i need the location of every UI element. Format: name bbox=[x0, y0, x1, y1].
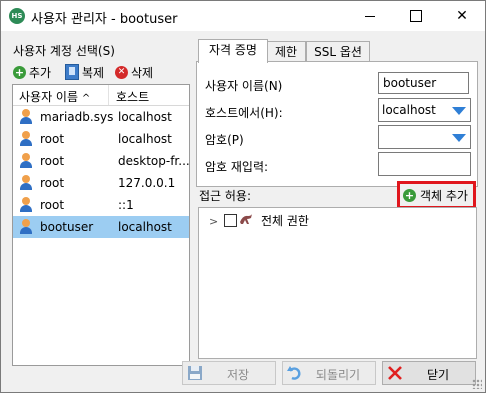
user-list-header: 사용자 이름 ^ 호스트 bbox=[13, 85, 189, 106]
user-name: bootuser bbox=[40, 220, 94, 234]
user-host: ::1 bbox=[118, 198, 134, 212]
user-row[interactable]: root::1 bbox=[13, 194, 189, 216]
user-row[interactable]: root 127.0.0.1 bbox=[13, 172, 189, 194]
user-icon bbox=[19, 131, 33, 147]
privileges-tree[interactable]: > 전체 권한 bbox=[198, 207, 477, 359]
dropdown-arrow-icon bbox=[452, 107, 466, 115]
delete-icon: ✕ bbox=[115, 65, 128, 79]
plus-icon: + bbox=[403, 188, 416, 202]
column-separator bbox=[108, 85, 109, 105]
user-row[interactable]: mariadb.sys localhost bbox=[13, 106, 189, 128]
resize-grip[interactable] bbox=[472, 379, 482, 389]
dropdown-arrow-icon bbox=[452, 134, 466, 142]
password-input[interactable] bbox=[378, 125, 471, 149]
select-account-label: 사용자 계정 선택(S) bbox=[13, 44, 115, 58]
save-button[interactable]: 저장 bbox=[182, 361, 276, 385]
host-select[interactable]: localhost bbox=[378, 98, 471, 122]
plus-icon: + bbox=[13, 65, 26, 79]
heidisql-icon: HS bbox=[9, 8, 25, 24]
add-object-label: 객체 추가 bbox=[420, 188, 468, 203]
window-title: 사용자 관리자 - bootuser bbox=[31, 12, 178, 27]
add-user-label: 추가 bbox=[29, 65, 52, 80]
user-icon bbox=[19, 109, 33, 125]
column-username[interactable]: 사용자 이름 ^ bbox=[19, 88, 90, 105]
maximize-icon bbox=[410, 10, 422, 22]
minimize-icon bbox=[365, 15, 375, 17]
revert-label: 되돌리기 bbox=[315, 368, 361, 382]
password-label: 암호(P) bbox=[205, 133, 244, 147]
host-label: 호스트에서(H): bbox=[205, 106, 283, 120]
user-name: mariadb.sys bbox=[40, 110, 114, 124]
add-object-button[interactable]: + 객체 추가 bbox=[397, 181, 476, 209]
user-host: localhost bbox=[118, 132, 172, 146]
server-icon bbox=[240, 214, 252, 224]
user-list[interactable]: 사용자 이름 ^ 호스트 mariadb.sys localhost root loc… bbox=[12, 84, 190, 366]
copy-icon bbox=[65, 64, 79, 80]
clone-user-button[interactable]: 복제 bbox=[65, 63, 104, 81]
close-button[interactable]: 닫기 bbox=[382, 361, 476, 385]
close-window-button[interactable]: ✕ bbox=[439, 1, 485, 31]
revert-button[interactable]: 되돌리기 bbox=[282, 361, 376, 385]
user-host: localhost bbox=[118, 110, 172, 124]
column-host[interactable]: 호스트 bbox=[116, 88, 149, 105]
user-icon bbox=[19, 197, 33, 213]
user-row[interactable]: bootuser localhost bbox=[13, 216, 189, 238]
user-row[interactable]: root localhost bbox=[13, 128, 189, 150]
user-name: root bbox=[40, 198, 65, 212]
add-user-button[interactable]: + 추가 bbox=[13, 63, 51, 81]
user-host: desktop-fr... bbox=[118, 154, 190, 168]
delete-user-button[interactable]: ✕ 삭제 bbox=[115, 63, 153, 81]
username-label: 사용자 이름(N) bbox=[205, 79, 283, 93]
maximize-button[interactable] bbox=[393, 1, 439, 31]
user-row[interactable]: root desktop-fr... bbox=[13, 150, 189, 172]
reenter-password-input[interactable] bbox=[378, 152, 471, 176]
expand-arrow-icon[interactable]: > bbox=[209, 215, 218, 228]
reenter-password-label: 암호 재입력: bbox=[205, 160, 269, 174]
user-name: root bbox=[40, 176, 65, 190]
host-value: localhost bbox=[382, 103, 436, 117]
title-bar[interactable]: HS 사용자 관리자 - bootuser ✕ bbox=[1, 1, 485, 31]
minimize-button[interactable] bbox=[347, 1, 393, 31]
save-label: 저장 bbox=[226, 368, 250, 382]
tab-ssl-options[interactable]: SSL 옵션 bbox=[306, 41, 370, 62]
user-icon bbox=[19, 175, 33, 191]
access-label: 접근 허용: bbox=[199, 189, 252, 203]
tab-limits[interactable]: 제한 bbox=[266, 41, 306, 62]
close-label: 닫기 bbox=[426, 368, 450, 382]
delete-user-label: 삭제 bbox=[131, 65, 154, 80]
user-manager-window: HS 사용자 관리자 - bootuser ✕ 사용자 계정 선택(S) + 추… bbox=[0, 0, 486, 393]
username-input[interactable]: bootuser bbox=[378, 72, 469, 94]
close-icon: ✕ bbox=[456, 8, 468, 24]
user-host: localhost bbox=[118, 220, 172, 234]
user-name: root bbox=[40, 154, 65, 168]
privilege-checkbox[interactable] bbox=[224, 214, 237, 227]
user-name: root bbox=[40, 132, 65, 146]
clone-user-label: 복제 bbox=[82, 65, 105, 80]
tab-credentials[interactable]: 자격 증명 bbox=[198, 39, 268, 63]
user-icon bbox=[19, 153, 33, 169]
user-icon bbox=[19, 219, 33, 235]
sort-ascending-icon: ^ bbox=[81, 93, 91, 104]
user-host: 127.0.0.1 bbox=[118, 176, 176, 190]
tree-item-label: 전체 권한 bbox=[261, 214, 309, 228]
